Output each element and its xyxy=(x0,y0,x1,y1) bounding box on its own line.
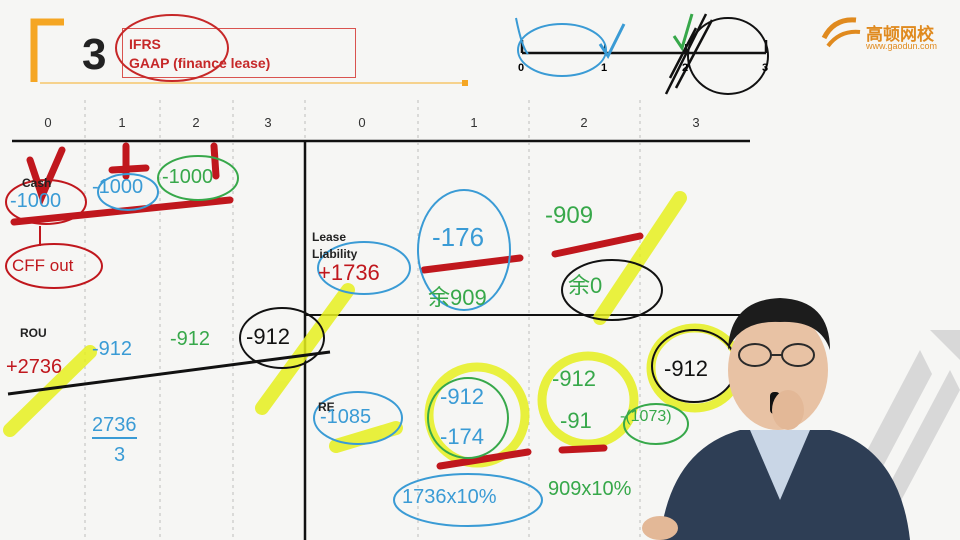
re-calc-2: 909x10% xyxy=(548,478,632,500)
rou-calc-top: 2736 xyxy=(92,414,137,439)
re-value-0: -1085 xyxy=(320,406,372,428)
lease-value-0: +1736 xyxy=(318,260,380,285)
lease-value-2: -909 xyxy=(545,202,594,229)
cash-value-2: -1000 xyxy=(162,166,214,188)
rou-value-1: -912 xyxy=(92,338,133,360)
rou-value-0: +2736 xyxy=(6,356,63,378)
cash-value-0: -1000 xyxy=(10,190,62,212)
re-interest-2: -91 xyxy=(560,408,592,433)
re-value-2: -912 xyxy=(552,366,597,391)
lease-balance-2: 余0 xyxy=(568,273,603,298)
rou-calc-bottom: 3 xyxy=(114,444,126,466)
rou-value-2: -912 xyxy=(170,328,211,350)
cash-note: CFF out xyxy=(12,256,74,275)
lease-balance-1: 余909 xyxy=(428,285,487,310)
re-calc-1: 1736x10% xyxy=(402,486,497,508)
re-interest-1: -174 xyxy=(440,424,485,449)
row-label-lease: Lease xyxy=(312,230,347,244)
re-value-1: -912 xyxy=(440,384,485,409)
presenter-video xyxy=(642,298,910,540)
row-label-rou: ROU xyxy=(20,326,47,340)
rou-value-3: -912 xyxy=(246,324,291,349)
cash-value-1: -1000 xyxy=(92,176,144,198)
row-label-liability: Liability xyxy=(312,247,358,261)
lease-value-1: -176 xyxy=(432,222,485,252)
row-label-cash: Cash xyxy=(22,176,52,190)
